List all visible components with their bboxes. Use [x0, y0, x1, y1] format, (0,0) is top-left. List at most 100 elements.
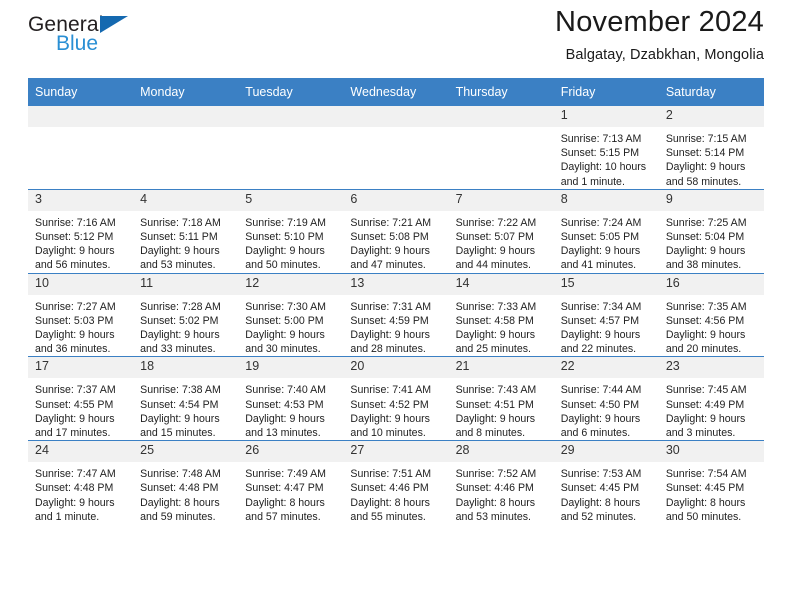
daylight-text: Daylight: 8 hours and 53 minutes.	[455, 496, 536, 523]
day-cell[interactable]: 21 Sunrise: 7:43 AM Sunset: 4:51 PM Dayl…	[448, 356, 554, 441]
calendar-table: Sunday Monday Tuesday Wednesday Thursday…	[28, 78, 764, 525]
day-cell[interactable]: 6 Sunrise: 7:21 AM Sunset: 5:08 PM Dayli…	[343, 188, 449, 274]
page-title: November 2024	[555, 6, 764, 38]
calendar-week-row: 1 Sunrise: 7:13 AM Sunset: 5:15 PM Dayli…	[28, 106, 764, 190]
daylight-text: Daylight: 9 hours and 13 minutes.	[245, 412, 325, 440]
daylight-text: Daylight: 9 hours and 44 minutes.	[455, 245, 536, 272]
day-number: 8	[553, 189, 659, 211]
calendar-week-row: 3 Sunrise: 7:16 AM Sunset: 5:12 PM Dayli…	[28, 188, 764, 274]
weekday-header-sunday: Sunday	[28, 78, 134, 106]
day-cell[interactable]	[28, 106, 134, 190]
day-cell[interactable]: 20 Sunrise: 7:41 AM Sunset: 4:52 PM Dayl…	[343, 356, 449, 441]
daylight-text: Daylight: 9 hours and 22 minutes.	[560, 329, 641, 356]
sunrise-text: Sunrise: 7:45 AM	[665, 384, 747, 397]
day-details: Sunrise: 7:22 AM Sunset: 5:07 PM Dayligh…	[449, 211, 554, 273]
daylight-text: Daylight: 9 hours and 15 minutes.	[140, 412, 220, 440]
daylight-text: Daylight: 8 hours and 59 minutes.	[140, 496, 220, 523]
sunrise-text: Sunrise: 7:54 AM	[665, 468, 747, 481]
sunset-text: Sunset: 4:54 PM	[140, 398, 219, 411]
day-cell[interactable]: 16 Sunrise: 7:35 AM Sunset: 4:56 PM Dayl…	[658, 272, 764, 357]
sunrise-text: Sunrise: 7:30 AM	[245, 300, 326, 313]
daylight-text: Daylight: 9 hours and 56 minutes.	[35, 245, 115, 272]
daylight-text: Daylight: 9 hours and 47 minutes.	[350, 245, 430, 272]
day-number: 4	[133, 189, 239, 211]
day-details: Sunrise: 7:16 AM Sunset: 5:12 PM Dayligh…	[28, 211, 133, 273]
sunset-text: Sunset: 4:48 PM	[35, 482, 114, 495]
day-cell[interactable]: 5 Sunrise: 7:19 AM Sunset: 5:10 PM Dayli…	[238, 188, 344, 274]
day-cell[interactable]: 18 Sunrise: 7:38 AM Sunset: 4:54 PM Dayl…	[133, 356, 239, 441]
sunset-text: Sunset: 4:58 PM	[455, 314, 534, 327]
day-details: Sunrise: 7:21 AM Sunset: 5:08 PM Dayligh…	[343, 211, 448, 273]
day-number: 21	[448, 357, 554, 379]
day-cell[interactable]: 1 Sunrise: 7:13 AM Sunset: 5:15 PM Dayli…	[553, 106, 659, 190]
day-cell[interactable]: 29 Sunrise: 7:53 AM Sunset: 4:45 PM Dayl…	[553, 440, 659, 525]
day-number: 25	[133, 441, 239, 463]
day-cell[interactable]: 15 Sunrise: 7:34 AM Sunset: 4:57 PM Dayl…	[553, 272, 659, 357]
day-details: Sunrise: 7:27 AM Sunset: 5:03 PM Dayligh…	[28, 295, 133, 357]
sunset-text: Sunset: 4:45 PM	[665, 482, 745, 495]
daylight-text: Daylight: 9 hours and 25 minutes.	[455, 329, 536, 356]
sunset-text: Sunset: 5:04 PM	[665, 231, 745, 244]
day-cell[interactable]: 19 Sunrise: 7:40 AM Sunset: 4:53 PM Dayl…	[238, 356, 344, 441]
calendar-week-row: 24 Sunrise: 7:47 AM Sunset: 4:48 PM Dayl…	[28, 440, 764, 525]
day-number: 3	[28, 189, 134, 211]
sunrise-text: Sunrise: 7:15 AM	[665, 133, 747, 145]
day-number: 7	[448, 189, 554, 211]
daylight-text: Daylight: 9 hours and 41 minutes.	[560, 245, 641, 272]
day-number: 15	[553, 273, 659, 295]
weekday-header-tuesday: Tuesday	[238, 78, 344, 106]
sunrise-text: Sunrise: 7:33 AM	[455, 300, 537, 313]
weekday-header-saturday: Saturday	[658, 78, 764, 106]
day-cell[interactable]: 12 Sunrise: 7:30 AM Sunset: 5:00 PM Dayl…	[238, 272, 344, 357]
day-cell[interactable]: 23 Sunrise: 7:45 AM Sunset: 4:49 PM Dayl…	[658, 356, 764, 441]
sunrise-text: Sunrise: 7:19 AM	[245, 216, 326, 229]
sunset-text: Sunset: 4:59 PM	[350, 314, 429, 327]
day-cell[interactable]: 28 Sunrise: 7:52 AM Sunset: 4:46 PM Dayl…	[448, 440, 554, 525]
sunset-text: Sunset: 4:48 PM	[140, 482, 219, 495]
daylight-text: Daylight: 9 hours and 8 minutes.	[455, 412, 536, 440]
daylight-text: Daylight: 8 hours and 55 minutes.	[350, 496, 430, 523]
day-cell[interactable]: 22 Sunrise: 7:44 AM Sunset: 4:50 PM Dayl…	[553, 356, 659, 441]
day-number: 2	[658, 106, 764, 127]
day-cell[interactable]: 10 Sunrise: 7:27 AM Sunset: 5:03 PM Dayl…	[28, 272, 134, 357]
day-cell[interactable]: 7 Sunrise: 7:22 AM Sunset: 5:07 PM Dayli…	[448, 188, 554, 274]
day-cell[interactable]: 13 Sunrise: 7:31 AM Sunset: 4:59 PM Dayl…	[343, 272, 449, 357]
day-details: Sunrise: 7:49 AM Sunset: 4:47 PM Dayligh…	[238, 462, 343, 524]
sunrise-text: Sunrise: 7:40 AM	[245, 384, 326, 397]
day-cell[interactable]: 26 Sunrise: 7:49 AM Sunset: 4:47 PM Dayl…	[238, 440, 344, 525]
day-cell[interactable]	[133, 106, 239, 190]
day-number	[133, 106, 239, 127]
day-cell[interactable]: 14 Sunrise: 7:33 AM Sunset: 4:58 PM Dayl…	[448, 272, 554, 357]
day-number: 6	[343, 189, 449, 211]
day-cell[interactable]	[238, 106, 344, 190]
day-cell[interactable]: 8 Sunrise: 7:24 AM Sunset: 5:05 PM Dayli…	[553, 188, 659, 274]
sunset-text: Sunset: 5:12 PM	[35, 231, 114, 244]
sunset-text: Sunset: 5:14 PM	[665, 147, 745, 160]
daylight-text: Daylight: 9 hours and 28 minutes.	[350, 329, 430, 356]
sunset-text: Sunset: 5:02 PM	[140, 314, 219, 327]
sunrise-text: Sunrise: 7:38 AM	[140, 384, 221, 397]
sunset-text: Sunset: 5:03 PM	[35, 314, 114, 327]
sunrise-text: Sunrise: 7:34 AM	[560, 300, 642, 313]
day-cell[interactable]: 11 Sunrise: 7:28 AM Sunset: 5:02 PM Dayl…	[133, 272, 239, 357]
day-details: Sunrise: 7:37 AM Sunset: 4:55 PM Dayligh…	[28, 378, 133, 440]
day-cell[interactable]: 27 Sunrise: 7:51 AM Sunset: 4:46 PM Dayl…	[343, 440, 449, 525]
day-cell[interactable]: 9 Sunrise: 7:25 AM Sunset: 5:04 PM Dayli…	[658, 188, 764, 274]
daylight-text: Daylight: 8 hours and 57 minutes.	[245, 496, 325, 523]
daylight-text: Daylight: 9 hours and 30 minutes.	[245, 329, 325, 356]
sunset-text: Sunset: 5:00 PM	[245, 314, 324, 327]
day-cell[interactable]: 4 Sunrise: 7:18 AM Sunset: 5:11 PM Dayli…	[133, 188, 239, 274]
day-cell[interactable]: 2 Sunrise: 7:15 AM Sunset: 5:14 PM Dayli…	[658, 106, 764, 190]
day-cell[interactable]	[448, 106, 554, 190]
sunrise-text: Sunrise: 7:48 AM	[140, 468, 221, 481]
sunrise-text: Sunrise: 7:37 AM	[35, 384, 116, 397]
day-cell[interactable]: 3 Sunrise: 7:16 AM Sunset: 5:12 PM Dayli…	[28, 188, 134, 274]
day-cell[interactable]: 24 Sunrise: 7:47 AM Sunset: 4:48 PM Dayl…	[28, 440, 134, 525]
sunset-text: Sunset: 4:53 PM	[245, 398, 324, 411]
day-number: 22	[553, 357, 659, 379]
day-cell[interactable]: 25 Sunrise: 7:48 AM Sunset: 4:48 PM Dayl…	[133, 440, 239, 525]
day-cell[interactable]: 30 Sunrise: 7:54 AM Sunset: 4:45 PM Dayl…	[658, 440, 764, 525]
day-number: 12	[238, 273, 344, 295]
day-cell[interactable]	[343, 106, 449, 190]
day-cell[interactable]: 17 Sunrise: 7:37 AM Sunset: 4:55 PM Dayl…	[28, 356, 134, 441]
